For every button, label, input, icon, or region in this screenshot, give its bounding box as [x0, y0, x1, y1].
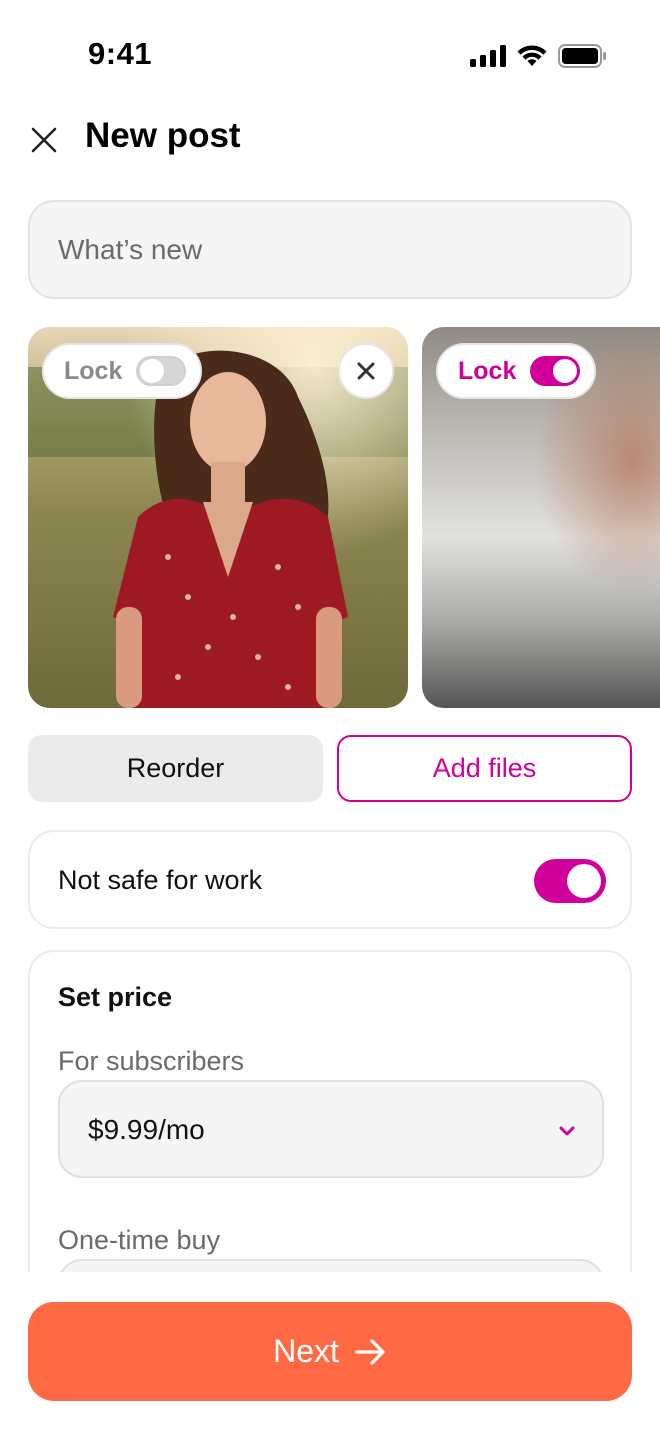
battery-icon [558, 44, 606, 68]
subscribers-price-select[interactable]: $9.99/mo [58, 1080, 604, 1178]
price-section-title: Set price [58, 982, 173, 1012]
lock-switch-on[interactable] [530, 356, 580, 386]
subscribers-price-label: For subscribers [58, 1046, 245, 1076]
close-icon [31, 127, 57, 153]
close-icon [357, 362, 375, 380]
media-carousel[interactable]: Lock Lock [28, 327, 660, 708]
switch-knob [553, 359, 577, 383]
switch-knob [567, 864, 601, 898]
switch-knob [140, 359, 165, 383]
one-time-price-label: One-time buy [58, 1225, 221, 1255]
status-time: 9:41 [88, 36, 153, 71]
nsfw-switch[interactable] [534, 859, 606, 903]
wifi-icon [517, 45, 547, 66]
lock-toggle-pill[interactable]: Lock [436, 343, 596, 399]
page-title: New post [85, 116, 241, 155]
add-files-button[interactable]: Add files [337, 735, 632, 802]
reorder-button[interactable]: Reorder [28, 735, 323, 802]
nsfw-label: Not safe for work [58, 865, 263, 895]
status-bar: 9:41 [0, 0, 660, 110]
media-item[interactable]: Lock [28, 327, 408, 708]
lock-toggle-pill[interactable]: Lock [42, 343, 202, 399]
status-icons [470, 40, 606, 72]
signal-icon [470, 45, 506, 67]
close-button[interactable] [24, 120, 64, 160]
lock-label: Lock [458, 356, 517, 385]
post-text-input[interactable] [28, 200, 632, 299]
header: New post [0, 110, 660, 170]
subscribers-price-value: $9.99/mo [88, 1114, 205, 1145]
media-item[interactable]: Lock [422, 327, 660, 708]
chevron-down-icon [559, 1126, 575, 1136]
arrow-right-icon [355, 1338, 385, 1365]
lock-label: Lock [64, 356, 123, 385]
lock-switch-off[interactable] [136, 356, 186, 386]
next-button[interactable]: Next [28, 1302, 632, 1401]
nsfw-setting-card: Not safe for work [28, 830, 632, 929]
remove-media-button[interactable] [338, 343, 394, 399]
next-label: Next [273, 1333, 339, 1369]
